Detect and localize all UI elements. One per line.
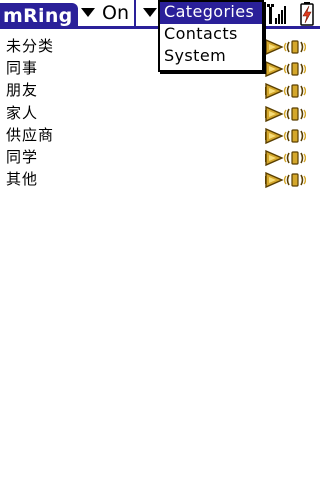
list-item[interactable]: 家人 [0, 102, 320, 124]
popup-item-system[interactable]: System [160, 46, 262, 68]
group-label: 供应商 [6, 125, 55, 144]
group-label: 朋友 [6, 81, 39, 100]
speaker-play-icon[interactable] [264, 60, 284, 78]
signal-strength-icon[interactable] [266, 2, 288, 26]
speaker-play-icon[interactable] [264, 149, 284, 167]
vibrate-icon[interactable] [284, 105, 306, 123]
speaker-play-icon[interactable] [264, 38, 284, 56]
list-item[interactable]: 同学 [0, 146, 320, 168]
dropdown-arrow-icon [143, 8, 157, 17]
speaker-play-icon[interactable] [264, 82, 284, 100]
vibrate-icon[interactable] [284, 127, 306, 145]
dropdown-arrow-icon [81, 8, 95, 17]
group-label: 同事 [6, 59, 39, 78]
speaker-play-icon[interactable] [264, 171, 284, 189]
popup-item-categories[interactable]: Categories [160, 2, 262, 24]
row-icons [262, 170, 308, 190]
list-item[interactable]: 朋友 [0, 79, 320, 101]
mode-value: On [102, 2, 129, 24]
group-label: 未分类 [6, 37, 55, 55]
popup-item-contacts[interactable]: Contacts [160, 24, 262, 46]
speaker-play-icon[interactable] [264, 105, 284, 123]
vibrate-icon[interactable] [284, 82, 306, 100]
row-icons [262, 148, 308, 168]
category-popup-list: Categories Contacts System [158, 0, 264, 72]
row-icons [262, 126, 308, 146]
vibrate-icon[interactable] [284, 149, 306, 167]
speaker-play-icon[interactable] [264, 127, 284, 145]
vibrate-icon[interactable] [284, 171, 306, 189]
group-label: 同学 [6, 147, 39, 166]
vibrate-icon[interactable] [284, 38, 306, 56]
group-label: 家人 [6, 103, 39, 122]
group-label: 其他 [6, 170, 39, 189]
category-popup-trigger[interactable] [134, 0, 160, 26]
row-icons [262, 37, 308, 57]
row-icons [262, 81, 308, 101]
app-title[interactable]: mRing [0, 3, 78, 29]
row-icons [262, 104, 308, 124]
list-item[interactable]: 供应商 [0, 124, 320, 146]
list-item[interactable]: 其他 [0, 168, 320, 190]
battery-charging-icon[interactable] [298, 1, 316, 27]
row-icons [262, 59, 308, 79]
vibrate-icon[interactable] [284, 60, 306, 78]
